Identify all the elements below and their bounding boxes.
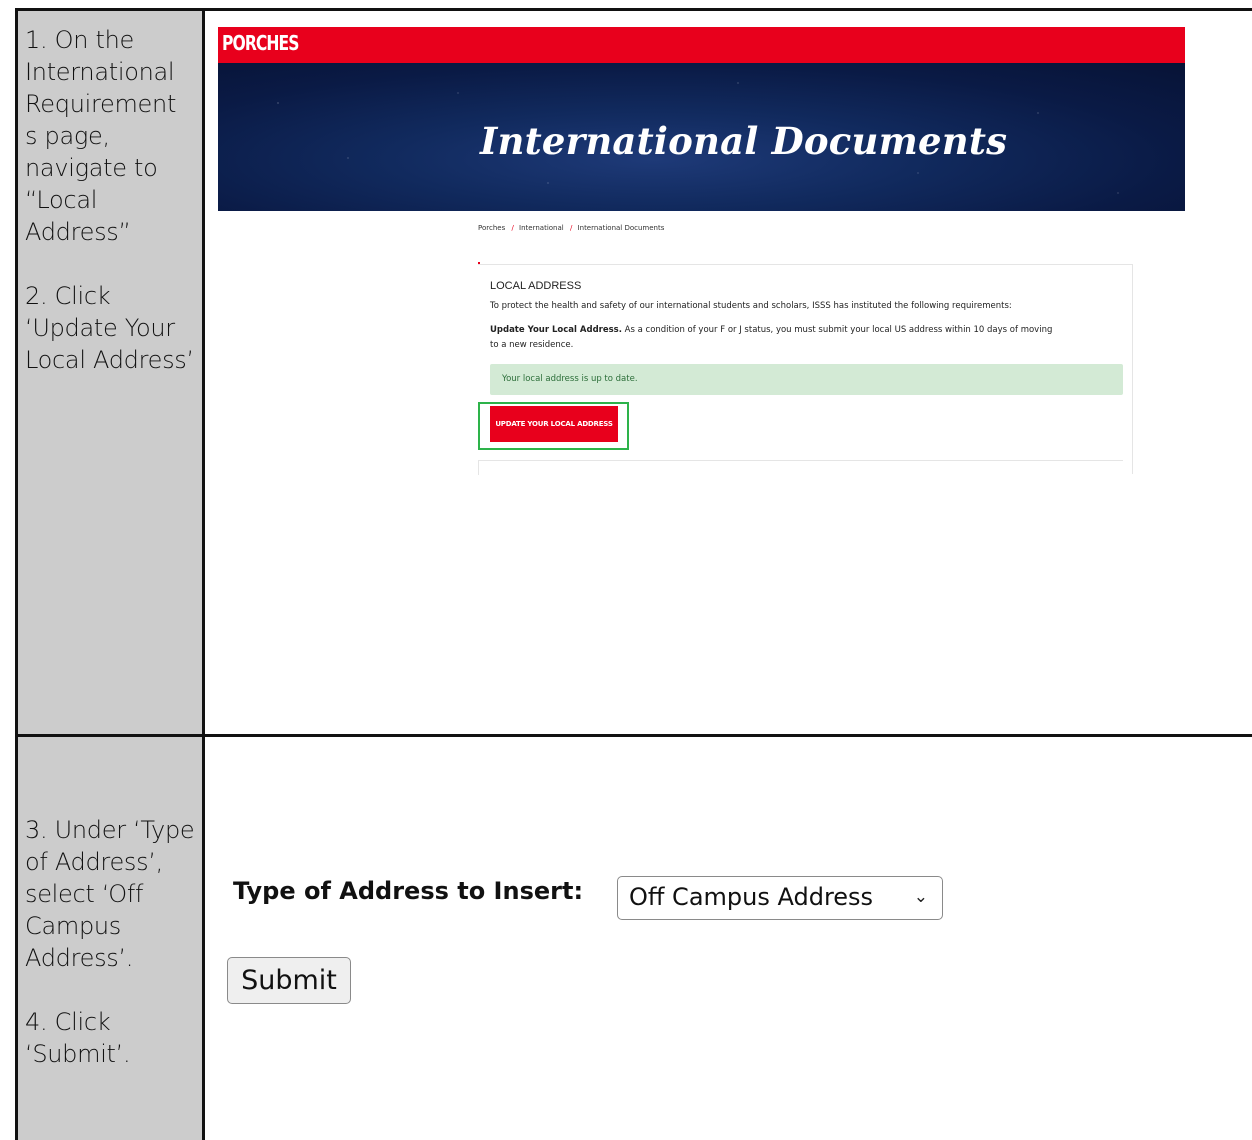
address-type-label: Type of Address to Insert: bbox=[233, 877, 584, 905]
card-border-left bbox=[478, 461, 479, 475]
table-border-left bbox=[15, 8, 18, 1140]
screenshot-international-documents: PORCHES International Documents Porches … bbox=[218, 27, 1185, 477]
local-address-card: LOCAL ADDRESS To protect the health and … bbox=[478, 264, 1133, 475]
table-border-middle bbox=[15, 734, 1252, 737]
status-alert: Your local address is up to date. bbox=[490, 364, 1123, 395]
step-2-text: 2. Click ‘Update Your Local Address’ bbox=[25, 282, 194, 374]
breadcrumb: Porches / International / International … bbox=[478, 224, 664, 232]
card-divider bbox=[478, 460, 1123, 461]
page-title: International Documents bbox=[480, 119, 1008, 163]
chevron-down-icon: ⌄ bbox=[913, 887, 928, 907]
breadcrumb-separator: / bbox=[511, 224, 514, 232]
porches-logo[interactable]: PORCHES bbox=[222, 31, 299, 55]
breadcrumb-international-documents: International Documents bbox=[577, 224, 665, 232]
update-requirement-title: Update Your Local Address. bbox=[490, 325, 622, 335]
update-requirement-body: As a condition of your F or J status, yo… bbox=[621, 325, 1053, 335]
step-1-text: 1. On the International Requirement s pa… bbox=[25, 26, 177, 246]
step-4-text: 4. Click ‘Submit’. bbox=[25, 1008, 131, 1068]
site-header-bar: PORCHES bbox=[218, 27, 1185, 63]
submit-button[interactable]: Submit bbox=[227, 957, 351, 1004]
step-3-text: 3. Under ‘Type of Address’, select ‘Off … bbox=[25, 816, 195, 972]
update-requirement-text-cont: to a new residence. bbox=[490, 340, 574, 350]
section-title: LOCAL ADDRESS bbox=[490, 280, 582, 292]
status-message: Your local address is up to date. bbox=[502, 374, 638, 384]
hero-banner: International Documents bbox=[218, 63, 1185, 211]
address-type-select[interactable]: Off Campus Address ⌄ bbox=[617, 876, 943, 920]
breadcrumb-international[interactable]: International bbox=[519, 224, 564, 232]
instructions-step-1-2: 1. On the International Requirement s pa… bbox=[25, 24, 195, 376]
instructions-step-3-4: 3. Under ‘Type of Address’, select ‘Off … bbox=[25, 814, 195, 1070]
address-type-selected-value: Off Campus Address bbox=[629, 883, 874, 911]
intro-text: To protect the health and safety of our … bbox=[490, 301, 1012, 311]
breadcrumb-separator: / bbox=[569, 224, 573, 232]
update-requirement-text: Update Your Local Address. As a conditio… bbox=[490, 324, 1052, 337]
breadcrumb-porches[interactable]: Porches bbox=[478, 224, 505, 232]
table-border-top bbox=[15, 8, 1252, 11]
update-local-address-button[interactable]: UPDATE YOUR LOCAL ADDRESS bbox=[490, 406, 618, 442]
table-border-divider bbox=[202, 8, 205, 1140]
